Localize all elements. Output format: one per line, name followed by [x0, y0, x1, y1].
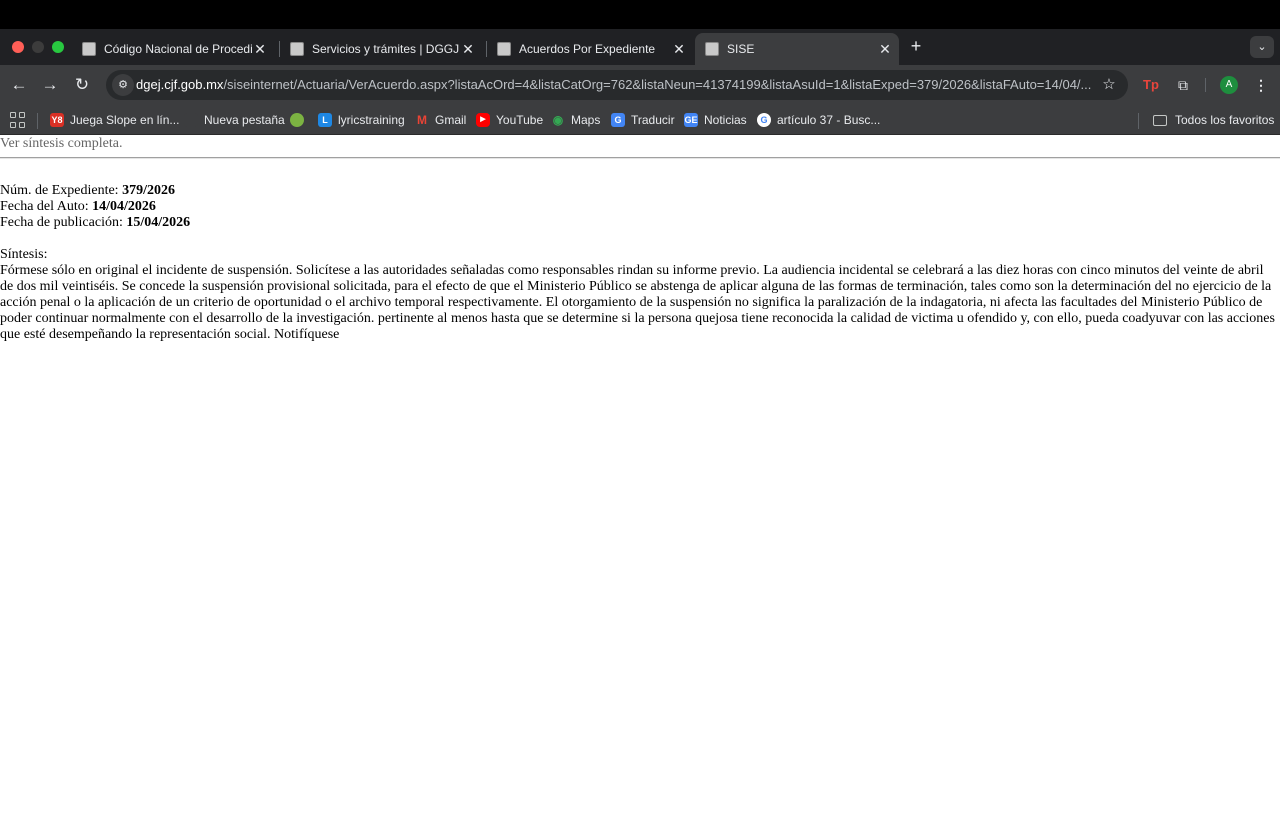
- page-content: Ver síntesis completa. Núm. de Expedient…: [0, 135, 1280, 832]
- close-tab-icon[interactable]: ✕: [252, 41, 268, 58]
- bookmark-label: Noticias: [704, 113, 747, 127]
- forward-arrow-icon[interactable]: →: [39, 74, 61, 96]
- fecha-publicacion-value: 15/04/2026: [126, 215, 191, 230]
- fecha-auto-label: Fecha del Auto:: [0, 199, 89, 214]
- close-tab-icon[interactable]: ✕: [671, 41, 687, 58]
- minimize-window-button[interactable]: [32, 41, 44, 53]
- close-tab-icon[interactable]: ✕: [877, 41, 893, 58]
- expediente-value: 379/2026: [122, 183, 175, 198]
- sintesis-label: Síntesis:: [0, 247, 48, 262]
- os-menu-bar: [0, 0, 1280, 29]
- translate-icon: G: [611, 113, 625, 127]
- google-icon: G: [757, 113, 771, 127]
- bookmarks-divider: [37, 113, 38, 129]
- url-host: dgej.cjf.gob.mx: [136, 77, 224, 92]
- sintesis-text: Fórmese sólo en original el incidente de…: [0, 263, 1275, 342]
- profile-avatar[interactable]: A: [1220, 76, 1238, 94]
- lyricstraining-icon: L: [318, 113, 332, 127]
- bookmark-gmail[interactable]: M Gmail: [415, 112, 466, 128]
- all-bookmarks-folder[interactable]: Todos los favoritos: [1153, 112, 1274, 128]
- bookmark-android[interactable]: [290, 112, 310, 128]
- bookmark-noticias[interactable]: GE Noticias: [684, 112, 747, 128]
- fecha-auto-line: Fecha del Auto: 14/04/2026: [0, 199, 156, 215]
- android-icon: [290, 113, 304, 127]
- tab-sise[interactable]: SISE ✕: [695, 33, 899, 65]
- youtube-icon: ▶: [476, 113, 490, 127]
- horizontal-rule: [0, 157, 1280, 159]
- bookmark-nueva-pestana[interactable]: Nueva pestaña: [184, 112, 285, 128]
- gmail-icon: M: [417, 113, 427, 127]
- bookmark-label: Gmail: [435, 113, 467, 127]
- browser-toolbar: ← → ↻ ⚙ dgej.cjf.gob.mx/siseinternet/Act…: [0, 65, 1280, 105]
- bookmark-lyricstraining[interactable]: L lyricstraining: [318, 112, 405, 128]
- bookmark-label: YouTube: [496, 113, 544, 127]
- tab-acuerdos-expediente[interactable]: Acuerdos Por Expediente ✕: [487, 33, 693, 65]
- extension-tp-icon[interactable]: Tp: [1140, 74, 1162, 96]
- tab-search-button[interactable]: ⌄: [1250, 36, 1274, 58]
- url-text[interactable]: dgej.cjf.gob.mx/siseinternet/Actuaria/Ve…: [136, 77, 1096, 92]
- bookmark-label: Maps: [571, 113, 601, 127]
- bookmark-label: Traducir: [631, 113, 675, 127]
- bookmark-label: artículo 37 - Busc...: [777, 113, 881, 127]
- tab-title: Servicios y trámites | DGGJ: [312, 42, 460, 56]
- back-arrow-icon[interactable]: ←: [8, 74, 30, 96]
- fecha-publicacion-line: Fecha de publicación: 15/04/2026: [0, 215, 190, 231]
- full-synthesis-link[interactable]: Ver síntesis completa.: [0, 136, 122, 152]
- new-tab-button[interactable]: +: [906, 36, 926, 56]
- address-bar[interactable]: ⚙ dgej.cjf.gob.mx/siseinternet/Actuaria/…: [106, 70, 1128, 100]
- government-seal-icon: [705, 42, 719, 56]
- apps-grid-icon[interactable]: [10, 112, 26, 128]
- government-seal-icon: [290, 42, 304, 56]
- maximize-window-button[interactable]: [52, 41, 64, 53]
- close-tab-icon[interactable]: ✕: [460, 41, 476, 58]
- close-window-button[interactable]: [12, 41, 24, 53]
- site-info-icon[interactable]: ⚙: [112, 74, 134, 96]
- bookmark-articulo-37[interactable]: G artículo 37 - Busc...: [757, 112, 880, 128]
- expediente-label: Núm. de Expediente:: [0, 183, 119, 198]
- kebab-menu-icon[interactable]: ⋮: [1250, 74, 1272, 96]
- tab-title: SISE: [727, 42, 755, 56]
- bookmarks-divider: [1138, 113, 1139, 129]
- bookmark-juega-slope[interactable]: Y8 Juega Slope en lín...: [50, 112, 179, 128]
- tab-servicios-tramites[interactable]: Servicios y trámites | DGGJ ✕: [280, 33, 482, 65]
- bookmark-label: lyricstraining: [338, 113, 405, 127]
- url-path: /siseinternet/Actuaria/VerAcuerdo.aspx?l…: [223, 77, 1092, 92]
- bookmark-traducir[interactable]: G Traducir: [611, 112, 675, 128]
- reload-icon[interactable]: ↻: [71, 74, 93, 96]
- bookmark-star-icon[interactable]: ☆: [1098, 74, 1120, 96]
- bookmark-youtube[interactable]: ▶ YouTube: [476, 112, 543, 128]
- bookmark-maps[interactable]: ◉ Maps: [551, 112, 601, 128]
- toolbar-divider: [1205, 78, 1206, 92]
- maps-icon: ◉: [552, 113, 564, 127]
- bookmarks-bar: Y8 Juega Slope en lín... Nueva pestaña L…: [0, 105, 1280, 135]
- folder-icon: [1153, 114, 1167, 126]
- slope-icon: Y8: [50, 113, 64, 127]
- bookmark-label: Nueva pestaña: [204, 113, 285, 127]
- fecha-publicacion-label: Fecha de publicación:: [0, 215, 123, 230]
- blank-page-icon: [184, 113, 198, 127]
- government-seal-icon: [82, 42, 96, 56]
- bookmark-label: Todos los favoritos: [1175, 113, 1275, 127]
- news-icon: GE: [684, 113, 698, 127]
- expediente-line: Núm. de Expediente: 379/2026: [0, 183, 175, 199]
- fecha-auto-value: 14/04/2026: [92, 199, 156, 214]
- tab-strip: Código Nacional de Procedimientos ✕ Serv…: [0, 29, 1280, 65]
- extensions-puzzle-icon[interactable]: ⧉: [1172, 74, 1194, 96]
- tab-title: Código Nacional de Procedimientos: [104, 42, 252, 56]
- tab-codigo-nacional[interactable]: Código Nacional de Procedimientos ✕: [72, 33, 274, 65]
- tab-title: Acuerdos Por Expediente: [519, 42, 656, 56]
- government-seal-icon: [497, 42, 511, 56]
- bookmark-label: Juega Slope en lín...: [70, 113, 180, 127]
